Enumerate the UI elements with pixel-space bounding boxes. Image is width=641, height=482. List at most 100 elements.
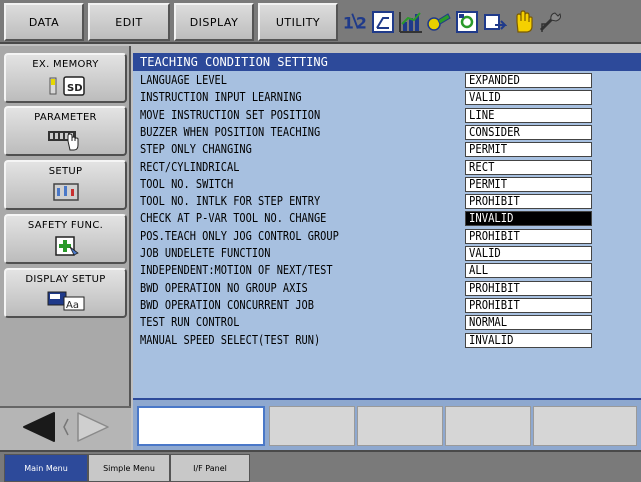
setting-value-text: INVALID: [469, 332, 514, 347]
tool-icon: [426, 9, 452, 35]
display-setup-button[interactable]: DISPLAY SETUP Aa: [4, 268, 127, 318]
ex-memory-button[interactable]: EX. MEMORY SD: [4, 53, 127, 103]
setup-label: SETUP: [48, 166, 83, 177]
input-cell-2: [357, 406, 443, 446]
setting-value-field[interactable]: RECT: [465, 159, 592, 175]
setting-value-text: PROHIBIT: [469, 297, 520, 312]
setting-value-text: VALID: [469, 246, 501, 260]
setting-row: MOVE INSTRUCTION SET POSITION LINE: [133, 107, 641, 123]
safety-icon: [44, 235, 88, 261]
setting-label: INSTRUCTION INPUT LEARNING: [140, 90, 302, 105]
setting-label: LANGUAGE LEVEL: [140, 73, 227, 87]
input-cell-3: [445, 406, 531, 446]
execution-icon: [454, 9, 480, 35]
setting-value-field[interactable]: VALID: [465, 90, 592, 106]
parameter-label: PARAMETER: [34, 112, 97, 123]
setting-label: STEP ONLY CHANGING: [140, 142, 252, 157]
input-message-area: [133, 398, 641, 450]
setting-row: MANUAL SPEED SELECT(TEST RUN) INVALID: [133, 332, 641, 348]
setting-value-text: PROHIBIT: [469, 280, 520, 295]
setting-row: BWD OPERATION NO GROUP AXIS PROHIBIT: [133, 280, 641, 296]
input-line-field[interactable]: [137, 406, 265, 446]
setting-row: TOOL NO. INTLK FOR STEP ENTRY PROHIBIT: [133, 193, 641, 210]
setting-label: BWD OPERATION NO GROUP AXIS: [140, 280, 308, 295]
svg-text:SD: SD: [67, 83, 83, 94]
teach-mode-icon: [370, 9, 396, 35]
setting-value-field[interactable]: PROHIBIT: [465, 297, 592, 313]
setting-value-field[interactable]: ALL: [465, 263, 592, 279]
setting-label: TEST RUN CONTROL: [140, 315, 240, 330]
safety-func-button[interactable]: SAFETY FUNC.: [4, 214, 127, 264]
setting-value-field[interactable]: PROHIBIT: [465, 228, 592, 244]
setting-value-field[interactable]: NORMAL: [465, 315, 592, 331]
ex-memory-label: EX. MEMORY: [32, 59, 99, 70]
setting-label: INDEPENDENT:MOTION OF NEXT/TEST: [140, 263, 333, 278]
setting-value-text: EXPANDED: [469, 73, 520, 87]
chart-icon: [398, 9, 424, 35]
nav-separator-icon: [62, 417, 70, 441]
menu-data-button[interactable]: DATA: [4, 3, 84, 41]
menu-display-button[interactable]: DISPLAY: [174, 3, 254, 41]
tab-simple-menu[interactable]: Simple Menu: [88, 454, 170, 482]
setting-label: MOVE INSTRUCTION SET POSITION: [140, 107, 321, 122]
parameter-hand-icon: [44, 127, 88, 155]
setup-icon: [44, 181, 88, 207]
setting-label: TOOL NO. SWITCH: [140, 176, 234, 191]
right-arrow-icon[interactable]: [72, 409, 114, 449]
parameter-button[interactable]: PARAMETER: [4, 106, 127, 156]
setting-value-text: CONSIDER: [469, 124, 520, 139]
setting-value-text: ALL: [469, 263, 489, 278]
setting-value-text: PROHIBIT: [469, 228, 520, 243]
setting-value-text: PROHIBIT: [469, 194, 520, 209]
setting-value-field[interactable]: PROHIBIT: [465, 280, 592, 296]
setting-row: INDEPENDENT:MOTION OF NEXT/TEST ALL: [133, 262, 641, 279]
coordinate-icon: 1 2: [342, 9, 368, 35]
setting-value-field[interactable]: INVALID: [465, 332, 592, 348]
setting-row: TOOL NO. SWITCH PERMIT: [133, 176, 641, 192]
setting-value-field[interactable]: CONSIDER: [465, 124, 592, 140]
setting-value-field[interactable]: VALID: [465, 246, 592, 261]
teaching-condition-panel: TEACHING CONDITION SETTING LANGUAGE LEVE…: [133, 53, 641, 398]
setting-value-field[interactable]: LINE: [465, 107, 592, 123]
wrench-icon: [538, 9, 564, 35]
tab-if-panel[interactable]: I/F Panel: [170, 454, 250, 482]
setting-row: BWD OPERATION CONCURRENT JOB PROHIBIT: [133, 297, 641, 313]
setting-value-field[interactable]: EXPANDED: [465, 73, 592, 88]
setting-label: MANUAL SPEED SELECT(TEST RUN): [140, 332, 321, 347]
setting-row: TEST RUN CONTROL NORMAL: [133, 314, 641, 331]
left-panel: EX. MEMORY SD PARAMETER SETUP SAFETY FUN…: [0, 46, 131, 450]
hand-icon: [510, 9, 536, 35]
setting-label: RECT/CYLINDRICAL: [140, 159, 240, 174]
setting-label: TOOL NO. INTLK FOR STEP ENTRY: [140, 194, 321, 209]
setting-value-field[interactable]: INVALID: [465, 211, 592, 227]
input-cell-4: [533, 406, 637, 446]
setting-label: CHECK AT P-VAR TOOL NO. CHANGE: [140, 211, 327, 226]
menu-utility-button[interactable]: UTILITY: [258, 3, 338, 41]
display-setup-label: DISPLAY SETUP: [25, 274, 106, 285]
svg-text:2: 2: [356, 14, 367, 33]
setup-button[interactable]: SETUP: [4, 160, 127, 210]
setting-row: BUZZER WHEN POSITION TEACHING CONSIDER: [133, 124, 641, 140]
setting-label: BWD OPERATION CONCURRENT JOB: [140, 297, 314, 312]
bottom-tab-bar: Main Menu Simple Menu I/F Panel: [0, 450, 641, 482]
setting-value-text: VALID: [469, 90, 501, 105]
tab-main-menu[interactable]: Main Menu: [4, 454, 88, 482]
display-setup-icon: Aa: [44, 289, 88, 315]
svg-text:Aa: Aa: [66, 300, 79, 311]
setting-row: POS.TEACH ONLY JOG CONTROL GROUP PROHIBIT: [133, 228, 641, 244]
left-arrow-icon[interactable]: [18, 409, 60, 449]
setting-label: BUZZER WHEN POSITION TEACHING: [140, 124, 321, 139]
page-title: TEACHING CONDITION SETTING: [133, 53, 641, 71]
setting-value-field[interactable]: PERMIT: [465, 142, 592, 158]
setting-row: JOB UNDELETE FUNCTION VALID: [133, 245, 641, 261]
menu-edit-button[interactable]: EDIT: [88, 3, 170, 41]
setting-value-text: RECT: [469, 159, 495, 174]
setting-value-text: PERMIT: [469, 142, 508, 157]
setting-value-field[interactable]: PERMIT: [465, 176, 592, 192]
navigation-area: [0, 406, 131, 450]
setting-value-text: INVALID: [469, 211, 514, 226]
setting-value-text: NORMAL: [469, 315, 508, 330]
setting-value-field[interactable]: PROHIBIT: [465, 194, 592, 210]
setting-label: JOB UNDELETE FUNCTION: [140, 246, 271, 260]
cycle-icon: [482, 9, 508, 35]
